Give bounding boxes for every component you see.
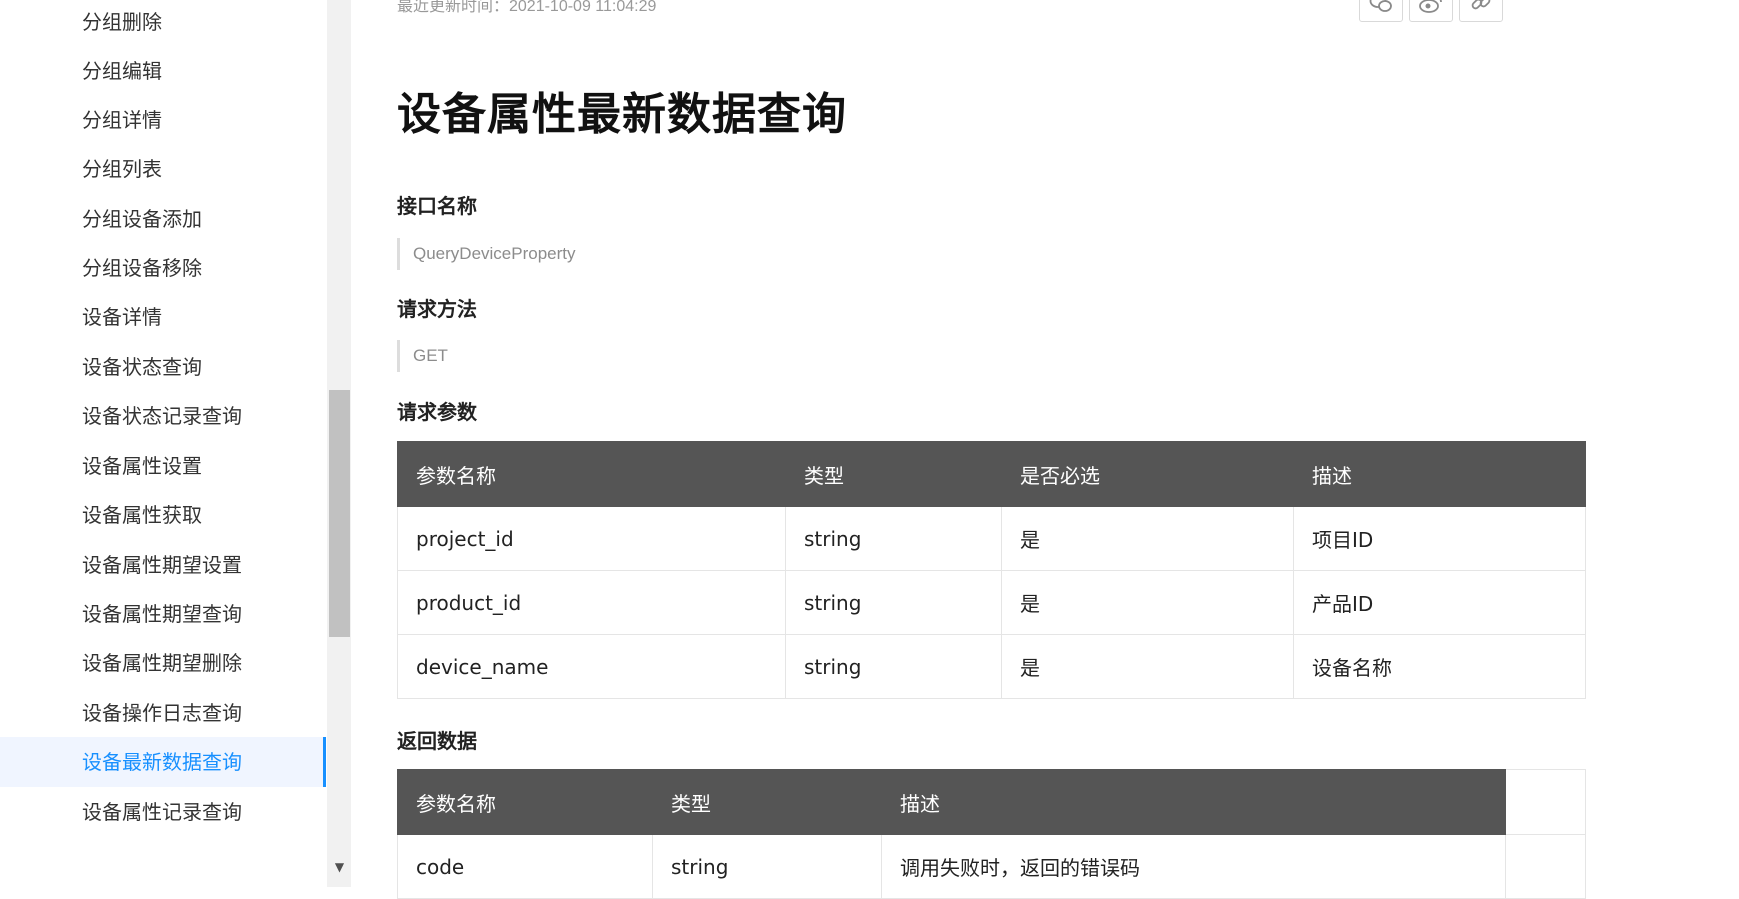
table-cell: string <box>785 634 1002 699</box>
sidebar-item-device-operation-log-query[interactable]: 设备操作日志查询 <box>0 688 326 738</box>
column-header: 类型 <box>785 441 1002 507</box>
scroll-down-arrow-icon[interactable]: ▼ <box>329 858 350 876</box>
api-name-value: QueryDeviceProperty <box>397 238 576 270</box>
sidebar-item-device-property-desired-delete[interactable]: 设备属性期望删除 <box>0 638 326 688</box>
table-cell: 项目ID <box>1293 506 1586 571</box>
column-header: 描述 <box>881 769 1506 835</box>
link-icon <box>1471 0 1491 10</box>
table-row: code string 调用失败时，返回的错误码 <box>397 834 1586 899</box>
sidebar-item-group-list[interactable]: 分组列表 <box>0 144 326 194</box>
table-cell-empty <box>1505 834 1586 899</box>
sidebar-item-group-edit[interactable]: 分组编辑 <box>0 46 326 96</box>
sidebar-item-group-device-add[interactable]: 分组设备添加 <box>0 194 326 244</box>
table-cell: string <box>785 570 1002 635</box>
table-cell: product_id <box>397 570 786 635</box>
request-method-heading: 请求方法 <box>397 297 477 321</box>
table-cell: project_id <box>397 506 786 571</box>
request-params-heading: 请求参数 <box>397 400 477 424</box>
sidebar-nav: 分组删除 分组编辑 分组详情 分组列表 分组设备添加 分组设备移除 设备详情 设… <box>0 0 327 887</box>
share-wechat-button[interactable] <box>1359 0 1403 22</box>
sidebar-item-device-status-query[interactable]: 设备状态查询 <box>0 342 326 392</box>
api-name-heading: 接口名称 <box>397 194 477 218</box>
request-method-value: GET <box>397 340 448 372</box>
table-cell: 是 <box>1001 506 1294 571</box>
table-cell: 是 <box>1001 634 1294 699</box>
sidebar-item-device-property-set[interactable]: 设备属性设置 <box>0 441 326 491</box>
page-title: 设备属性最新数据查询 <box>397 89 847 140</box>
wechat-icon <box>1369 0 1392 12</box>
table-cell: 是 <box>1001 570 1294 635</box>
table-cell: 调用失败时，返回的错误码 <box>881 834 1506 899</box>
sidebar-item-device-property-desired-set[interactable]: 设备属性期望设置 <box>0 540 326 590</box>
weibo-icon <box>1419 0 1442 13</box>
table-header-row: 参数名称 类型 是否必选 描述 <box>397 441 1586 507</box>
sidebar-item-device-property-record-query[interactable]: 设备属性记录查询 <box>0 787 326 837</box>
table-cell: 产品ID <box>1293 570 1586 635</box>
table-cell: string <box>652 834 882 899</box>
sidebar-item-device-property-get[interactable]: 设备属性获取 <box>0 490 326 540</box>
response-data-heading: 返回数据 <box>397 729 477 753</box>
table-cell: string <box>785 506 1002 571</box>
column-header: 类型 <box>652 769 882 835</box>
sidebar-item-group-device-remove[interactable]: 分组设备移除 <box>0 243 326 293</box>
column-header: 参数名称 <box>397 769 653 835</box>
column-header: 描述 <box>1293 441 1586 507</box>
column-header: 是否必选 <box>1001 441 1294 507</box>
last-updated-time: 最近更新时间：2021-10-09 11:04:29 <box>397 0 657 15</box>
sidebar-scrollbar-thumb[interactable] <box>329 390 350 637</box>
table-row: project_id string 是 项目ID <box>397 506 1586 571</box>
table-row: product_id string 是 产品ID <box>397 570 1586 635</box>
table-row: device_name string 是 设备名称 <box>397 634 1586 699</box>
column-header: 参数名称 <box>397 441 786 507</box>
response-data-table: 参数名称 类型 描述 code string 调用失败时，返回的错误码 <box>397 769 1586 899</box>
sidebar-item-device-detail[interactable]: 设备详情 <box>0 292 326 342</box>
empty-column-header <box>1505 769 1586 835</box>
copy-link-button[interactable] <box>1459 0 1503 22</box>
sidebar-item-group-delete[interactable]: 分组删除 <box>0 0 326 47</box>
request-params-table: 参数名称 类型 是否必选 描述 project_id string 是 项目ID… <box>397 441 1586 699</box>
sidebar-item-device-property-desired-query[interactable]: 设备属性期望查询 <box>0 589 326 639</box>
table-cell: code <box>397 834 653 899</box>
sidebar-item-group-detail[interactable]: 分组详情 <box>0 95 326 145</box>
article-content: 最近更新时间：2021-10-09 11:04:29 设备属性最新数据查询 接口… <box>351 0 1739 899</box>
sidebar-item-device-status-record-query[interactable]: 设备状态记录查询 <box>0 391 326 441</box>
share-weibo-button[interactable] <box>1409 0 1453 22</box>
table-cell: 设备名称 <box>1293 634 1586 699</box>
table-header-row: 参数名称 类型 描述 <box>397 769 1586 835</box>
sidebar-item-device-latest-data-query[interactable]: 设备最新数据查询 <box>0 737 326 787</box>
table-cell: device_name <box>397 634 786 699</box>
